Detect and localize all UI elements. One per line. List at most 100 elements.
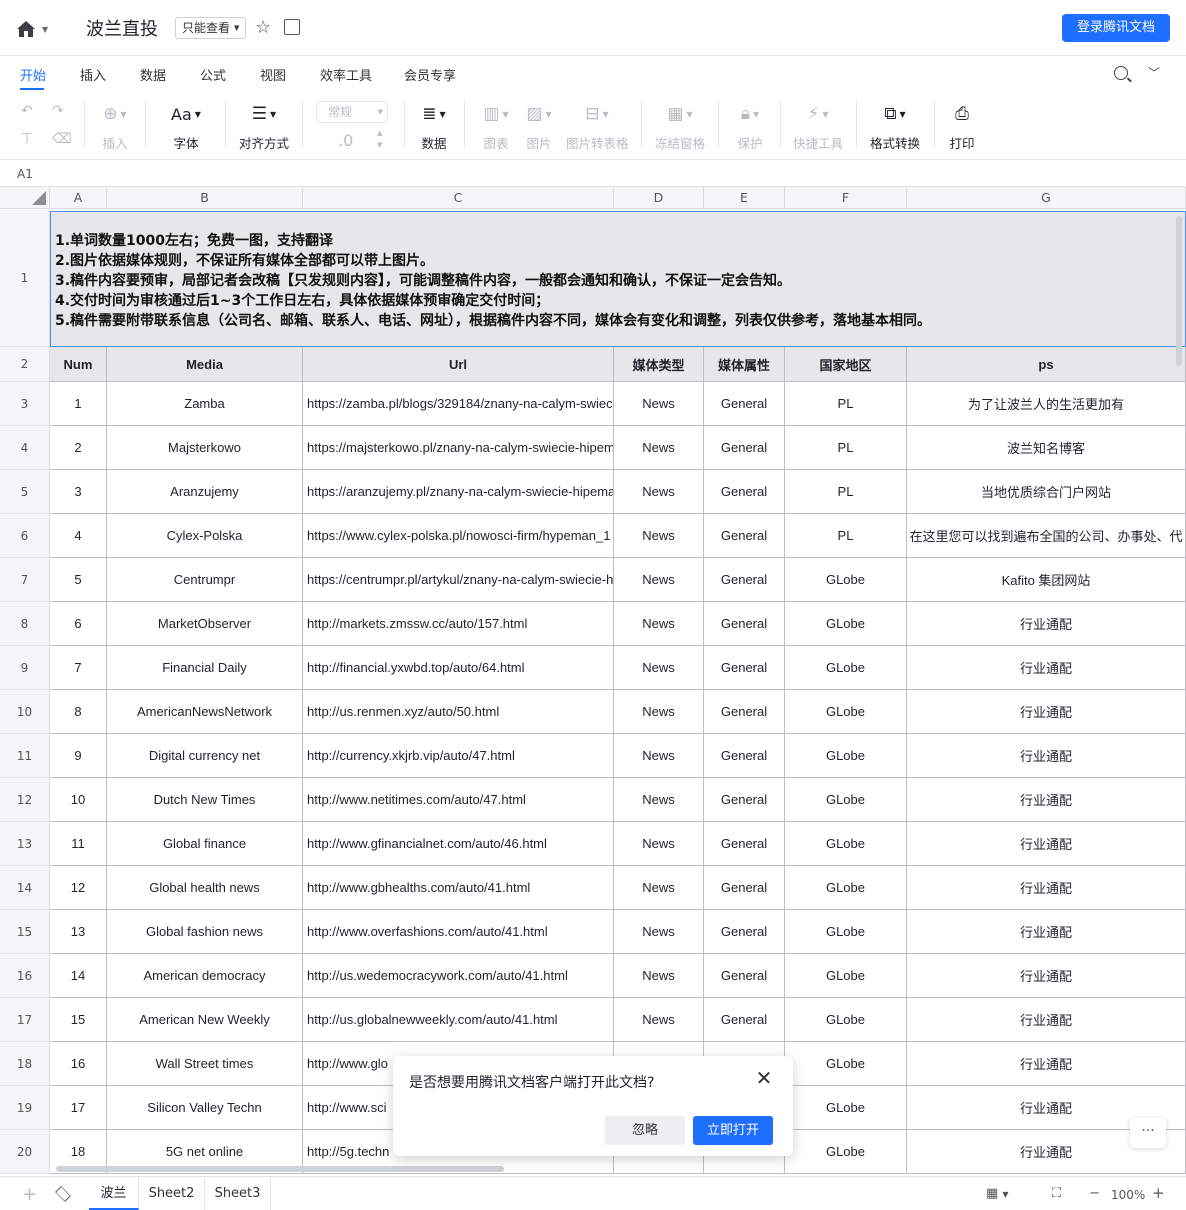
cell-media[interactable]: Aranzujemy — [107, 470, 303, 514]
cell-media[interactable]: American New Weekly — [107, 998, 303, 1042]
cell-url[interactable]: http://www.gfinancialnet.com/auto/46.htm… — [303, 822, 614, 866]
cell-media-attr[interactable]: General — [704, 382, 785, 426]
add-sheet-icon[interactable]: + — [22, 1184, 37, 1205]
cell-ps[interactable]: 当地优质综合门户网站 — [907, 470, 1186, 514]
cell-media-attr[interactable]: General — [704, 778, 785, 822]
home-button[interactable]: ▼ — [16, 18, 52, 40]
cell-media-attr[interactable]: General — [704, 866, 785, 910]
format-painter-icon[interactable]: ⊤ — [21, 131, 33, 147]
cell-region[interactable]: GLobe — [785, 822, 907, 866]
cell-num[interactable]: 7 — [50, 646, 107, 690]
cell-num[interactable]: 13 — [50, 910, 107, 954]
cell-url[interactable]: http://us.wedemocracywork.com/auto/41.ht… — [303, 954, 614, 998]
format-convert-button[interactable]: ⧉ ▼ 格式转换 — [870, 100, 920, 152]
cell-media[interactable]: Majsterkowo — [107, 426, 303, 470]
font-button[interactable]: Aa ▼ 字体 — [166, 100, 206, 152]
cell-media-type[interactable]: News — [614, 910, 704, 954]
cell-media-type[interactable]: News — [614, 866, 704, 910]
cell-media-attr[interactable]: General — [704, 734, 785, 778]
cell-num[interactable]: 11 — [50, 822, 107, 866]
table-header-region[interactable]: 国家地区 — [785, 347, 907, 382]
chevron-down-icon[interactable]: ﹀ — [1148, 64, 1160, 81]
cell-region[interactable]: PL — [785, 426, 907, 470]
cell-ps[interactable]: 行业通配 — [907, 822, 1186, 866]
column-header-g[interactable]: G — [907, 187, 1186, 209]
table-header-ps[interactable]: ps — [907, 347, 1186, 382]
cell-media[interactable]: AmericanNewsNetwork — [107, 690, 303, 734]
login-button[interactable]: 登录腾讯文档 — [1062, 14, 1170, 42]
cell-url[interactable]: http://financial.yxwbd.top/auto/64.html — [303, 646, 614, 690]
decimal-stepper-up-icon[interactable]: ▲ — [377, 129, 382, 137]
cell-url[interactable]: https://aranzujemy.pl/znany-na-calym-swi… — [303, 470, 614, 514]
row-header[interactable]: 11 — [0, 734, 50, 778]
tab-efficiency-tools[interactable]: 效率工具 — [320, 65, 372, 84]
cell-media-type[interactable]: News — [614, 514, 704, 558]
table-header-num[interactable]: Num — [50, 347, 107, 382]
tab-formula[interactable]: 公式 — [200, 65, 226, 84]
row-header[interactable]: 15 — [0, 910, 50, 954]
decimal-stepper-down-icon[interactable]: ▼ — [377, 141, 382, 149]
row-header[interactable]: 19 — [0, 1086, 50, 1130]
cell-ps[interactable]: 行业通配 — [907, 998, 1186, 1042]
cell-media[interactable]: Global health news — [107, 866, 303, 910]
cell-num[interactable]: 14 — [50, 954, 107, 998]
cell-url[interactable]: https://centrumpr.pl/artykul/znany-na-ca… — [303, 558, 614, 602]
cell-media-type[interactable]: News — [614, 734, 704, 778]
cell-media-type[interactable]: News — [614, 822, 704, 866]
cell-region[interactable]: GLobe — [785, 1042, 907, 1086]
select-all-corner[interactable] — [0, 187, 50, 209]
eraser-icon[interactable]: ⌫ — [52, 131, 72, 147]
cell-media-attr[interactable]: General — [704, 910, 785, 954]
insert-button[interactable]: ⊕ ▼ 插入 — [97, 100, 133, 152]
sheet-tab-poland[interactable]: 波兰 — [89, 1177, 139, 1210]
row-header[interactable]: 20 — [0, 1130, 50, 1174]
cell-url[interactable]: https://majsterkowo.pl/znany-na-calym-sw… — [303, 426, 614, 470]
cell-ps[interactable]: 波兰知名博客 — [907, 426, 1186, 470]
cell-media[interactable]: Centrumpr — [107, 558, 303, 602]
cell-media[interactable]: Wall Street times — [107, 1042, 303, 1086]
cell-media-type[interactable]: News — [614, 646, 704, 690]
column-header-f[interactable]: F — [785, 187, 907, 209]
cell-media[interactable]: Digital currency net — [107, 734, 303, 778]
number-format-select[interactable]: 常规 ▼ — [316, 101, 388, 123]
cell-region[interactable]: GLobe — [785, 910, 907, 954]
cell-num[interactable]: 1 — [50, 382, 107, 426]
cell-region[interactable]: GLobe — [785, 646, 907, 690]
cell-url[interactable]: http://www.overfashions.com/auto/41.html — [303, 910, 614, 954]
cell-region[interactable]: GLobe — [785, 690, 907, 734]
row-header[interactable]: 10 — [0, 690, 50, 734]
cell-num[interactable]: 6 — [50, 602, 107, 646]
cell-region[interactable]: GLobe — [785, 734, 907, 778]
cell-media-type[interactable]: News — [614, 998, 704, 1042]
row-header[interactable]: 17 — [0, 998, 50, 1042]
tab-view[interactable]: 视图 — [260, 65, 286, 84]
row-header[interactable]: 4 — [0, 426, 50, 470]
cell-ps[interactable]: 行业通配 — [907, 734, 1186, 778]
ignore-button[interactable]: 忽略 — [605, 1116, 685, 1145]
cell-ps[interactable]: 行业通配 — [907, 602, 1186, 646]
protect-button[interactable]: 🔒︎ ▼ 保护 — [734, 100, 766, 152]
cell-region[interactable]: GLobe — [785, 1086, 907, 1130]
cell-url[interactable]: http://us.renmen.xyz/auto/50.html — [303, 690, 614, 734]
cell-num[interactable]: 17 — [50, 1086, 107, 1130]
cell-ps[interactable]: 行业通配 — [907, 954, 1186, 998]
row-header[interactable]: 14 — [0, 866, 50, 910]
redo-icon[interactable]: ↷ — [52, 103, 64, 119]
spreadsheet-grid[interactable]: A B C D E F G 1 1.单词数量1000左右；免费一图，支持翻译 2… — [0, 187, 1186, 1176]
cell-media[interactable]: Global fashion news — [107, 910, 303, 954]
cell-region[interactable]: PL — [785, 470, 907, 514]
column-header-a[interactable]: A — [50, 187, 107, 209]
row-header[interactable]: 13 — [0, 822, 50, 866]
cell-media[interactable]: Silicon Valley Techn — [107, 1086, 303, 1130]
cell-media[interactable]: Cylex-Polska — [107, 514, 303, 558]
freeze-button[interactable]: ▦ ▼ 冻结窗格 — [655, 100, 705, 152]
cell-media-type[interactable]: News — [614, 778, 704, 822]
vertical-scrollbar[interactable] — [1176, 216, 1182, 366]
cell-region[interactable]: GLobe — [785, 1130, 907, 1174]
cell-num[interactable]: 10 — [50, 778, 107, 822]
cell-ps[interactable]: Kafito 集团网站 — [907, 558, 1186, 602]
cell-num[interactable]: 4 — [50, 514, 107, 558]
chart-button[interactable]: ▥ ▼ 图表 — [480, 100, 512, 152]
cell-ps[interactable]: 行业通配 — [907, 690, 1186, 734]
tab-data[interactable]: 数据 — [140, 65, 166, 84]
